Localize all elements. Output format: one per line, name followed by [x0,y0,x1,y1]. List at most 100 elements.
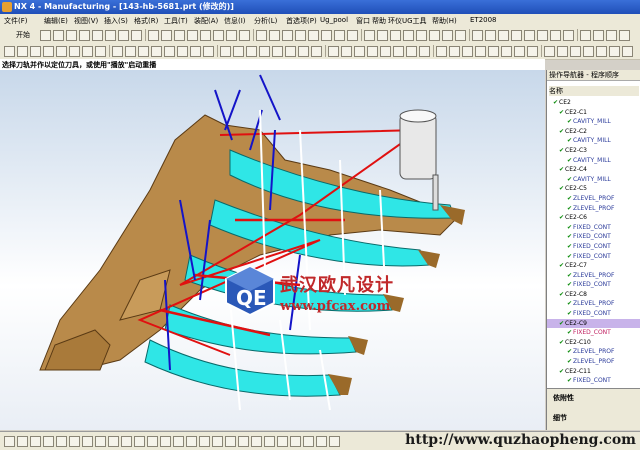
tb2-tool-button-icon[interactable] [43,46,54,57]
tb1-tool-button-icon[interactable] [537,30,548,41]
tb2-tool-button-icon[interactable] [112,46,123,57]
bottom-tool-button-icon[interactable] [108,436,119,447]
menu-item-8[interactable]: 分析(L) [254,16,277,26]
bottom-tool-button-icon[interactable] [43,436,54,447]
tb1-tool-button-icon[interactable] [256,30,267,41]
tb1-tool-button-icon[interactable] [606,30,617,41]
tb2-tool-button-icon[interactable] [177,46,188,57]
tree-program-group[interactable]: ✔CE2-C6 [547,213,640,223]
tb2-tool-button-icon[interactable] [82,46,93,57]
bottom-tool-button-icon[interactable] [4,436,15,447]
bottom-tool-button-icon[interactable] [82,436,93,447]
tree-program-group[interactable]: ✔CE2-C11 [547,367,640,377]
tree-operation-item[interactable]: ✔ZLEVEL_PROF [547,194,640,204]
tree-program-group[interactable]: ✔CE2 [547,98,640,108]
tb2-tool-button-icon[interactable] [622,46,633,57]
tb2-tool-button-icon[interactable] [557,46,568,57]
tree-operation-item[interactable]: ✔CAVITY_MILL [547,156,640,166]
tb1-tool-button-icon[interactable] [66,30,77,41]
dependency-title[interactable]: 依附性 [553,393,574,403]
bottom-tool-button-icon[interactable] [121,436,132,447]
tree-operation-item[interactable]: ✔ZLEVEL_PROF [547,347,640,357]
tree-operation-item[interactable]: ✔FIXED_CONT [547,328,640,338]
tb1-tool-button-icon[interactable] [269,30,280,41]
menu-item-5[interactable]: 工具(T) [164,16,188,26]
tb2-tool-button-icon[interactable] [164,46,175,57]
bottom-tool-button-icon[interactable] [290,436,301,447]
tb1-tool-button-icon[interactable] [416,30,427,41]
bottom-tool-button-icon[interactable] [251,436,262,447]
bottom-tool-button-icon[interactable] [199,436,210,447]
menu-item-3[interactable]: 插入(S) [104,16,128,26]
tb1-tool-button-icon[interactable] [442,30,453,41]
menu-item-12[interactable]: 帮助 [372,16,386,26]
tb2-tool-button-icon[interactable] [259,46,270,57]
bottom-tool-button-icon[interactable] [69,436,80,447]
bottom-tool-button-icon[interactable] [316,436,327,447]
tb1-tool-button-icon[interactable] [498,30,509,41]
tb2-tool-button-icon[interactable] [341,46,352,57]
tb1-tool-button-icon[interactable] [593,30,604,41]
menu-item-4[interactable]: 格式(R) [134,16,158,26]
menu-item-1[interactable]: 编辑(E) [44,16,68,26]
tb2-tool-button-icon[interactable] [354,46,365,57]
tree-operation-item[interactable]: ✔FIXED_CONT [547,242,640,252]
tb2-tool-button-icon[interactable] [138,46,149,57]
menu-item-15[interactable]: ET2008 [470,16,497,24]
tb2-tool-button-icon[interactable] [596,46,607,57]
tb2-tool-button-icon[interactable] [501,46,512,57]
menu-item-13[interactable]: 环仪UG工具 [388,16,427,26]
tb1-tool-button-icon[interactable] [511,30,522,41]
tree-operation-item[interactable]: ✔ZLEVEL_PROF [547,299,640,309]
bottom-tool-button-icon[interactable] [212,436,223,447]
tree-operation-item[interactable]: ✔FIXED_CONT [547,232,640,242]
tb2-tool-button-icon[interactable] [462,46,473,57]
tree-operation-item[interactable]: ✔FIXED_CONT [547,223,640,233]
tb1-tool-button-icon[interactable] [580,30,591,41]
tb1-tool-button-icon[interactable] [377,30,388,41]
menu-item-10[interactable]: Ug_pool [320,16,348,24]
tb2-tool-button-icon[interactable] [17,46,28,57]
tb1-tool-button-icon[interactable] [619,30,630,41]
tb1-tool-button-icon[interactable] [187,30,198,41]
tb1-tool-button-icon[interactable] [239,30,250,41]
tree-operation-item[interactable]: ✔CAVITY_MILL [547,175,640,185]
tree-operation-item[interactable]: ✔ZLEVEL_PROF [547,204,640,214]
tree-operation-item[interactable]: ✔ZLEVEL_PROF [547,357,640,367]
tb1-tool-button-icon[interactable] [53,30,64,41]
details-title[interactable]: 细节 [553,413,567,423]
tb1-tool-button-icon[interactable] [148,30,159,41]
tb1-tool-button-icon[interactable] [118,30,129,41]
tb2-tool-button-icon[interactable] [393,46,404,57]
bottom-tool-button-icon[interactable] [147,436,158,447]
tb1-tool-button-icon[interactable] [200,30,211,41]
tb1-tool-button-icon[interactable] [563,30,574,41]
bottom-tool-button-icon[interactable] [56,436,67,447]
tb1-tool-button-icon[interactable] [550,30,561,41]
tb2-tool-button-icon[interactable] [380,46,391,57]
bottom-tool-button-icon[interactable] [186,436,197,447]
tb2-tool-button-icon[interactable] [419,46,430,57]
bottom-tool-button-icon[interactable] [303,436,314,447]
tb1-tool-button-icon[interactable] [79,30,90,41]
tree-program-group[interactable]: ✔CE2-C8 [547,290,640,300]
tb1-tool-button-icon[interactable] [472,30,483,41]
tb2-tool-button-icon[interactable] [246,46,257,57]
tree-operation-item[interactable]: ✔FIXED_CONT [547,376,640,386]
tb1-tool-button-icon[interactable] [485,30,496,41]
bottom-tool-button-icon[interactable] [225,436,236,447]
tb2-tool-button-icon[interactable] [527,46,538,57]
tb2-tool-button-icon[interactable] [544,46,555,57]
tree-operation-item[interactable]: ✔FIXED_CONT [547,252,640,262]
tb1-tool-button-icon[interactable] [131,30,142,41]
tb1-tool-button-icon[interactable] [321,30,332,41]
tree-operation-item[interactable]: ✔CAVITY_MILL [547,136,640,146]
tree-operation-item[interactable]: ✔ZLEVEL_PROF [547,271,640,281]
menu-item-11[interactable]: 窗口 [356,16,370,26]
bottom-tool-button-icon[interactable] [95,436,106,447]
tree-program-group[interactable]: ✔CE2-C9 [547,318,640,329]
tb2-tool-button-icon[interactable] [488,46,499,57]
tb2-tool-button-icon[interactable] [220,46,231,57]
tb2-tool-button-icon[interactable] [69,46,80,57]
bottom-tool-button-icon[interactable] [264,436,275,447]
